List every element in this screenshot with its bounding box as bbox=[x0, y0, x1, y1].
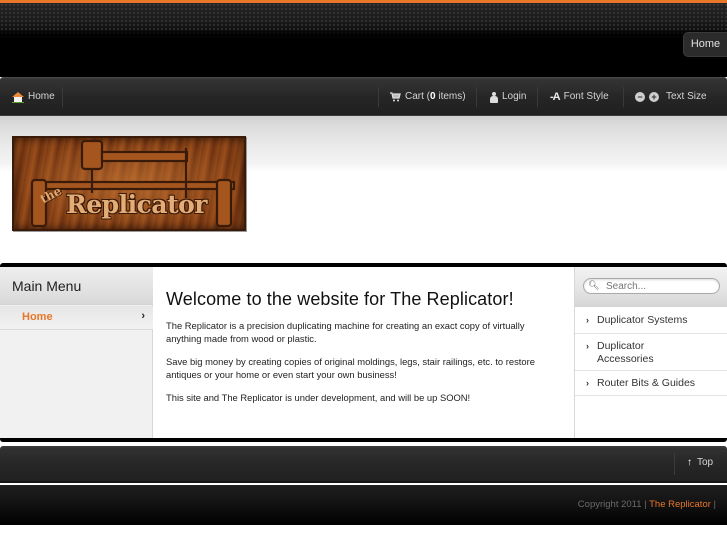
category-item-router-bits[interactable]: › Router Bits & Guides bbox=[575, 371, 727, 396]
back-to-top-link[interactable]: ↑ Top bbox=[687, 457, 713, 468]
bottom-bar: ↑ Top bbox=[0, 446, 727, 483]
category-item-duplicator-accessories[interactable]: › Duplicator Accessories bbox=[575, 334, 727, 371]
arrow-up-icon: ↑ bbox=[687, 457, 692, 468]
user-icon bbox=[490, 91, 498, 103]
header-fade bbox=[0, 31, 727, 77]
chevron-right-icon: › bbox=[586, 315, 589, 325]
chevron-right-icon: › bbox=[586, 341, 589, 351]
chevron-right-icon: › bbox=[586, 378, 589, 388]
intro-paragraph: The Replicator is a precision duplicatin… bbox=[166, 320, 525, 344]
nav-home-label: Home bbox=[28, 91, 55, 102]
nav-login-link[interactable]: Login bbox=[490, 87, 526, 107]
category-item-duplicator-systems[interactable]: › Duplicator Systems bbox=[575, 308, 727, 334]
page-title: Welcome to the website for The Replicato… bbox=[166, 289, 514, 309]
right-sidebar: 🔍︎ › Duplicator Systems › Duplicator Acc… bbox=[574, 267, 727, 438]
top-home-button[interactable]: Home bbox=[683, 32, 727, 57]
top-header: Home bbox=[0, 3, 727, 77]
bottom-separator bbox=[674, 453, 675, 475]
left-sidebar: Main Menu Home › bbox=[0, 267, 153, 438]
category-item-label: Duplicator Accessories bbox=[597, 340, 654, 365]
nav-login-label: Login bbox=[502, 91, 527, 102]
nav-cart-label: Cart (0 items) bbox=[405, 91, 466, 102]
sidebar-item-label: Home bbox=[22, 311, 53, 323]
chevron-right-icon: › bbox=[141, 310, 145, 322]
nav-separator bbox=[378, 87, 379, 107]
increase-text-icon[interactable]: + bbox=[649, 92, 659, 102]
nav-font-style-label: Font Style bbox=[563, 91, 609, 102]
category-item-label: Duplicator Systems bbox=[597, 314, 688, 326]
nav-text-size: − + Text Size bbox=[635, 87, 707, 107]
savings-paragraph: Save big money by creating copies of ori… bbox=[166, 356, 535, 380]
logo-area: the Replicator bbox=[0, 115, 727, 263]
status-paragraph: This site and The Replicator is under de… bbox=[166, 392, 471, 403]
main-content: Welcome to the website for The Replicato… bbox=[154, 267, 574, 438]
nav-font-style-link[interactable]: -A Font Style bbox=[550, 87, 609, 107]
navbar: Home Cart (0 items) Login -A Font Style … bbox=[0, 77, 727, 115]
footer-site-link[interactable]: The Replicator bbox=[649, 499, 711, 510]
nav-separator bbox=[537, 87, 538, 107]
search-box: 🔍︎ bbox=[575, 267, 727, 307]
main-content-frame: Main Menu Home › Welcome to the website … bbox=[0, 263, 727, 442]
site-logo[interactable]: the Replicator bbox=[12, 136, 246, 231]
search-input[interactable] bbox=[583, 278, 720, 294]
nav-text-size-label: Text Size bbox=[666, 91, 707, 102]
copyright-text: Copyright 2011 | The Replicator | bbox=[577, 499, 716, 510]
cart-icon bbox=[390, 92, 401, 102]
main-menu-title: Main Menu bbox=[0, 267, 153, 305]
search-icon: 🔍︎ bbox=[588, 280, 600, 290]
nav-separator bbox=[476, 87, 477, 107]
category-item-label: Router Bits & Guides bbox=[597, 377, 696, 389]
nav-cart-link[interactable]: Cart (0 items) bbox=[390, 87, 466, 107]
nav-separator bbox=[623, 87, 624, 107]
home-icon bbox=[12, 91, 24, 103]
decrease-text-icon[interactable]: − bbox=[635, 92, 645, 102]
nav-home-link[interactable]: Home bbox=[12, 87, 55, 107]
back-to-top-label: Top bbox=[697, 457, 714, 468]
logo-name-text: Replicator bbox=[66, 190, 207, 219]
sidebar-item-home[interactable]: Home › bbox=[0, 306, 153, 330]
font-icon: -A bbox=[550, 91, 561, 103]
footer: Copyright 2011 | The Replicator | bbox=[0, 485, 727, 525]
nav-separator bbox=[62, 87, 63, 107]
